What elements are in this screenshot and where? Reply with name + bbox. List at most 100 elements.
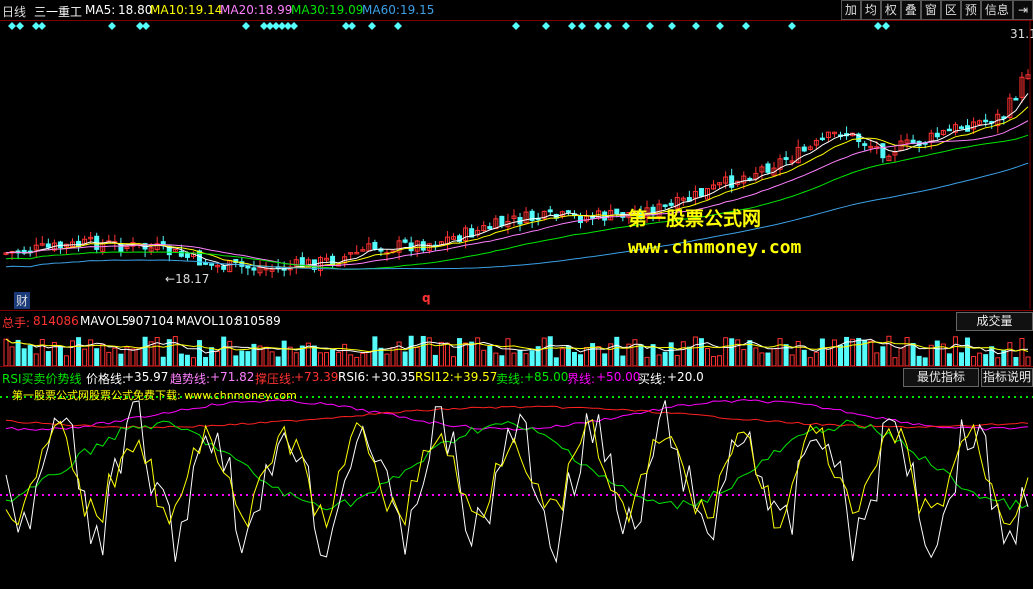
volume-bar	[517, 349, 523, 367]
low-price-label: ←18.17	[165, 272, 210, 286]
candle-body	[934, 132, 940, 138]
toolbar-button-rights[interactable]: 权	[880, 0, 901, 20]
volume-bar	[650, 344, 656, 367]
volume-bar	[457, 338, 463, 367]
toolbar-button-info[interactable]: 信息	[980, 0, 1013, 20]
volume-bar	[1019, 338, 1025, 367]
candle-body	[577, 215, 583, 223]
volume-bar	[541, 337, 547, 367]
candle-body	[372, 241, 378, 250]
volume-bar	[263, 346, 269, 367]
volume-bar	[499, 355, 505, 367]
volume-bar	[3, 338, 9, 367]
price-line-value: +35.97	[124, 370, 169, 384]
volume-bar	[868, 340, 874, 367]
candle-body	[420, 241, 426, 251]
ma20-label: MA20:	[220, 3, 258, 17]
candle-body	[178, 250, 184, 257]
volume-bar	[33, 353, 39, 367]
signal-diamond	[594, 22, 602, 30]
volume-bar	[209, 347, 215, 367]
volume-bar	[100, 343, 106, 367]
volume-bar	[493, 352, 499, 367]
signal-diamond	[578, 22, 586, 30]
ma30-label: MA30:	[291, 3, 329, 17]
signal-diamond	[882, 22, 890, 30]
signal-diamond	[542, 22, 550, 30]
volume-bar	[602, 353, 608, 367]
exit-icon[interactable]: ⇥	[1012, 0, 1033, 20]
toolbar-button-window[interactable]: 窗	[920, 0, 941, 20]
volume-bar	[850, 338, 856, 367]
volume-bar	[348, 354, 354, 367]
total-volume-value: 814086	[33, 314, 79, 328]
candle-body	[958, 126, 964, 129]
volume-bar	[233, 355, 239, 367]
bound-line-value: +50.00	[596, 370, 641, 384]
finance-badge[interactable]: 财	[14, 292, 31, 309]
volume-bar	[559, 348, 565, 367]
volume-bar	[971, 355, 977, 367]
ma60-label: MA60:	[362, 3, 400, 17]
q-marker: q	[422, 291, 431, 305]
volume-bar	[765, 352, 771, 367]
candle-body	[1013, 98, 1019, 101]
volume-bar	[51, 342, 57, 367]
volume-bar	[197, 340, 203, 367]
volume-bar	[656, 354, 662, 367]
volume-bar	[336, 351, 342, 367]
toolbar-button-range[interactable]: 区	[940, 0, 961, 20]
volume-bar	[21, 348, 27, 367]
rsi12-label: RSI12:	[415, 370, 454, 384]
volume-bar	[638, 344, 644, 367]
candle-body	[499, 215, 505, 227]
sell-line-value: +85.00	[524, 370, 569, 384]
signal-diamond	[716, 22, 724, 30]
volume-bar	[692, 336, 698, 367]
ma5-line	[5, 93, 1029, 270]
volume-button[interactable]: 成交量	[956, 312, 1033, 331]
press-line-value: +73.39	[294, 370, 339, 384]
candle-body	[765, 163, 771, 173]
candle-body	[487, 226, 493, 230]
watermark-url: www.chnmoney.com	[628, 237, 802, 258]
indicator-header: RSI买卖价势线 价格线: +35.97 趋势线: +71.82 撑压线: +7…	[0, 366, 1033, 387]
volume-panel	[0, 330, 1033, 367]
volume-bar	[977, 352, 983, 367]
ma20-line	[5, 120, 1029, 267]
candle-body	[402, 239, 408, 243]
volume-chart[interactable]	[0, 330, 1033, 367]
total-volume-label: 总手:	[2, 316, 31, 330]
volume-bar	[112, 347, 118, 367]
ma10-value: 19.14	[188, 3, 223, 17]
toolbar-button-forecast[interactable]: 预	[960, 0, 981, 20]
volume-bar	[934, 340, 940, 367]
high-price-label: 31.11	[1010, 27, 1033, 41]
volume-bar	[620, 355, 626, 367]
signal-diamond	[622, 22, 630, 30]
period-label[interactable]: 日线	[2, 3, 26, 20]
volume-bar	[856, 337, 862, 367]
stock-name: 三一重工	[34, 5, 83, 19]
candle-body	[729, 175, 735, 188]
indicator-chart[interactable]	[0, 385, 1033, 586]
toolbar-button-overlay[interactable]: 叠	[900, 0, 921, 20]
volume-bar	[481, 349, 487, 367]
volume-bar	[451, 356, 457, 367]
press-line	[5, 405, 1029, 429]
toolbar-button-average[interactable]: 均	[860, 0, 881, 20]
volume-bar	[378, 347, 384, 367]
toolbar-buttons: 加 均 权 叠 窗 区 预 信息 ⇥	[840, 0, 1033, 20]
toolbar-button-add[interactable]: 加	[840, 0, 861, 20]
volume-bar	[221, 336, 227, 367]
volume-bar	[70, 340, 76, 367]
volume-bar	[27, 345, 33, 367]
volume-bar	[136, 347, 142, 367]
candle-body	[983, 119, 989, 123]
volume-bar	[269, 351, 275, 367]
volume-bar	[130, 348, 136, 367]
volume-bar	[777, 338, 783, 367]
volume-bar	[330, 349, 336, 367]
volume-bar	[45, 351, 51, 367]
candlestick-chart[interactable]	[0, 21, 1033, 309]
